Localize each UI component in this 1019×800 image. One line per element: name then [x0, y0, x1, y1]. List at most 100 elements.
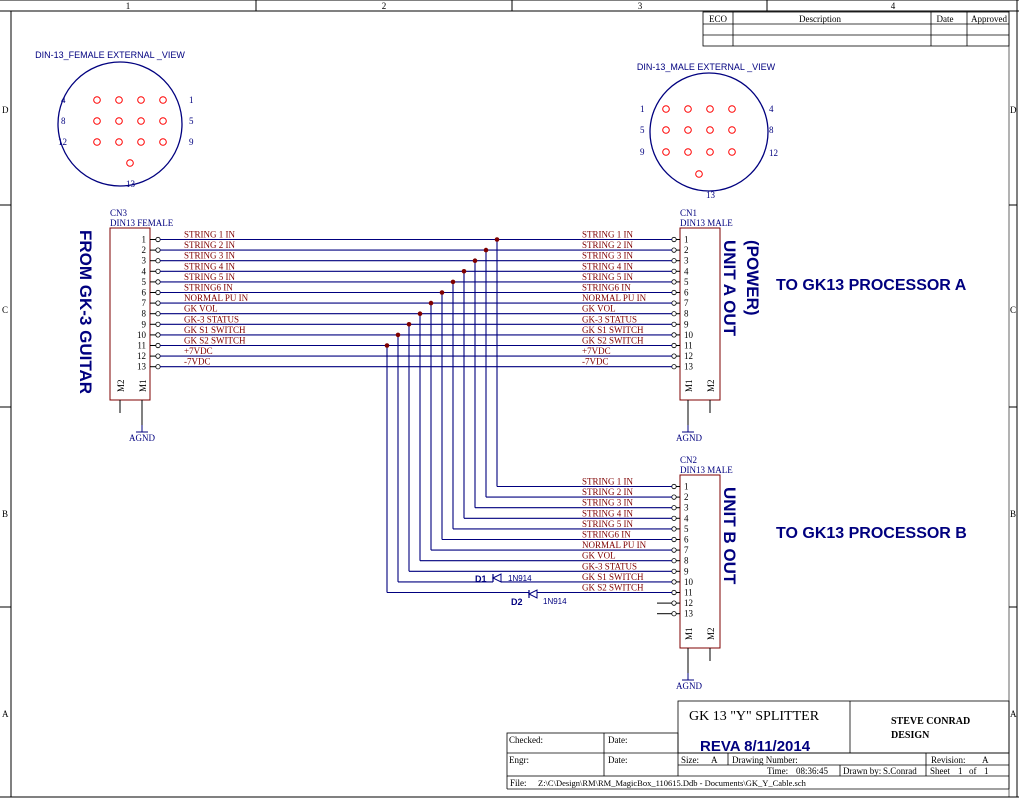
cn2-pin-number: 6	[684, 535, 689, 545]
junction-dot	[472, 258, 478, 264]
cn2-pin-number: 13	[684, 609, 694, 619]
cn1-pin-number: 4	[684, 266, 689, 276]
engr-label: Engr:	[509, 755, 529, 765]
cn1-pin-number: 12	[684, 351, 693, 361]
border-col-number: 4	[891, 1, 896, 11]
border-col-number: 1	[126, 1, 131, 11]
cn1-net-label: NORMAL PU IN	[582, 293, 647, 303]
male-pin-label: 4	[769, 104, 774, 114]
sheet-label: Sheet	[930, 766, 950, 776]
cn3-ground: AGND	[129, 425, 155, 443]
cn1-pin-number: 3	[684, 256, 689, 266]
female-view-title: DIN-13_FEMALE EXTERNAL _VIEW	[35, 50, 185, 60]
cn1-net-label: STRING 2 IN	[582, 240, 633, 250]
junction-dot	[483, 247, 489, 253]
cn3-net-label: GK S2 SWITCH	[184, 336, 246, 346]
male-pin-label: 12	[769, 148, 778, 158]
size-label: Size:	[681, 755, 699, 765]
male-pin-label: 13	[706, 190, 716, 200]
cn2-pin-socket	[671, 505, 677, 511]
to-processor-b: TO GK13 PROCESSOR B	[776, 525, 967, 542]
cn2-pin-socket	[671, 547, 677, 553]
cn3-net-label: GK VOL	[184, 304, 218, 314]
cn3-pin-socket	[155, 300, 161, 306]
cn3-pin-number: 7	[142, 298, 147, 308]
cn2-pin-socket	[671, 526, 677, 532]
female-pin-hole	[115, 96, 123, 104]
cn2-pin-number: 9	[684, 566, 689, 576]
cn1-net-label: STRING 1 IN	[582, 230, 633, 240]
female-pin-hole	[137, 96, 145, 104]
cn3-pin-socket	[155, 332, 161, 338]
junction-dot	[417, 311, 423, 317]
border-row-letter: D	[2, 105, 9, 115]
cn1-net-label: -7VDC	[582, 357, 609, 367]
cn2-pin-socket	[671, 589, 677, 596]
cn1-net-label: GK VOL	[582, 304, 616, 314]
border-row-letter: D	[1010, 105, 1017, 115]
description-header: Description	[799, 14, 841, 24]
female-pin-hole	[115, 117, 123, 125]
cn2-pin-number: 10	[684, 577, 694, 587]
junction-dot	[384, 343, 390, 348]
cn3-net-label: -7VDC	[184, 357, 211, 367]
cn1-pin-socket	[671, 311, 677, 317]
male-pin	[728, 126, 736, 134]
cn3-pin-socket	[155, 321, 161, 327]
female-pin-hole	[159, 96, 167, 104]
cn1-pin-number: 8	[684, 309, 689, 319]
junction-dot	[450, 279, 456, 285]
sheet-border	[0, 0, 1019, 798]
sheet-of: of	[969, 766, 977, 776]
cn1-pin-socket	[671, 300, 677, 306]
cn2-ref: CN2	[680, 455, 697, 465]
female-pin-hole	[93, 138, 101, 146]
cn3-pin-socket	[155, 311, 161, 317]
cn2-type: DIN13 MALE	[680, 465, 733, 475]
cn1-net-label: STRING 3 IN	[582, 251, 633, 261]
cn2-pin-number: 7	[684, 545, 689, 555]
cn1-type: DIN13 MALE	[680, 218, 733, 228]
cn3-pin-socket	[155, 247, 161, 253]
cn1-pin-socket	[671, 353, 677, 359]
checked-date-label: Date:	[608, 735, 628, 745]
cn1-ref: CN1	[680, 208, 697, 218]
cn3-net-label: STRING 1 IN	[184, 230, 235, 240]
cn3-net-label: STRING6 IN	[184, 283, 233, 293]
din13-male-view: DIN-13_MALE EXTERNAL _VIEW 1 5 9 4 8 12 …	[637, 62, 778, 200]
female-pin-hole	[137, 138, 145, 146]
d1-part: 1N914	[508, 574, 532, 583]
border-row-letter: B	[2, 509, 8, 519]
male-pin	[662, 126, 670, 134]
female-pin-label: 5	[189, 116, 194, 126]
cn1-pin-socket	[671, 332, 677, 338]
cn3-pin-socket	[155, 289, 161, 296]
din13-female-view: DIN-13_FEMALE EXTERNAL _VIEW 4 8 12 1 5 …	[35, 50, 194, 189]
border-col-number: 3	[638, 1, 643, 11]
cn2-m1-label: M1	[684, 627, 694, 640]
cn3-pin-socket	[155, 279, 161, 285]
cn2-agnd-label: AGND	[676, 681, 702, 691]
cn3-net-label: GK-3 STATUS	[184, 314, 239, 324]
from-gk3-label: FROM GK-3 GUITAR	[76, 230, 95, 394]
cn2-net-label: NORMAL PU IN	[582, 540, 647, 550]
cn1-pin-socket	[671, 342, 677, 349]
male-pin-label: 1	[640, 104, 645, 114]
cn3-pin-number: 4	[142, 266, 147, 276]
cn2-net-label: GK-3 STATUS	[582, 561, 637, 571]
d1-symbol	[491, 573, 502, 583]
junction-dot	[428, 300, 434, 306]
cn3-m2-label: M2	[116, 379, 126, 392]
eco-header: ECO	[709, 14, 728, 24]
cn2-net-label: STRING6 IN	[582, 530, 631, 540]
cn1-pin-socket	[671, 364, 677, 370]
cn1-net-label: +7VDC	[582, 346, 611, 356]
cn3-pin-number: 11	[137, 341, 146, 351]
schematic-sheet: 1 2 3 4 D C B A D C B A ECO Description …	[0, 0, 1019, 798]
cn2-m2-label: M2	[706, 627, 716, 640]
cn2-pin-socket	[671, 600, 677, 606]
cn1-m2-label: M2	[706, 379, 716, 392]
cn2-pin-number: 12	[684, 598, 693, 608]
file-path: Z:\C\Design\RM\RM_MagicBox_110615.Ddb - …	[538, 778, 807, 788]
cn2-pin-socket	[671, 494, 677, 500]
